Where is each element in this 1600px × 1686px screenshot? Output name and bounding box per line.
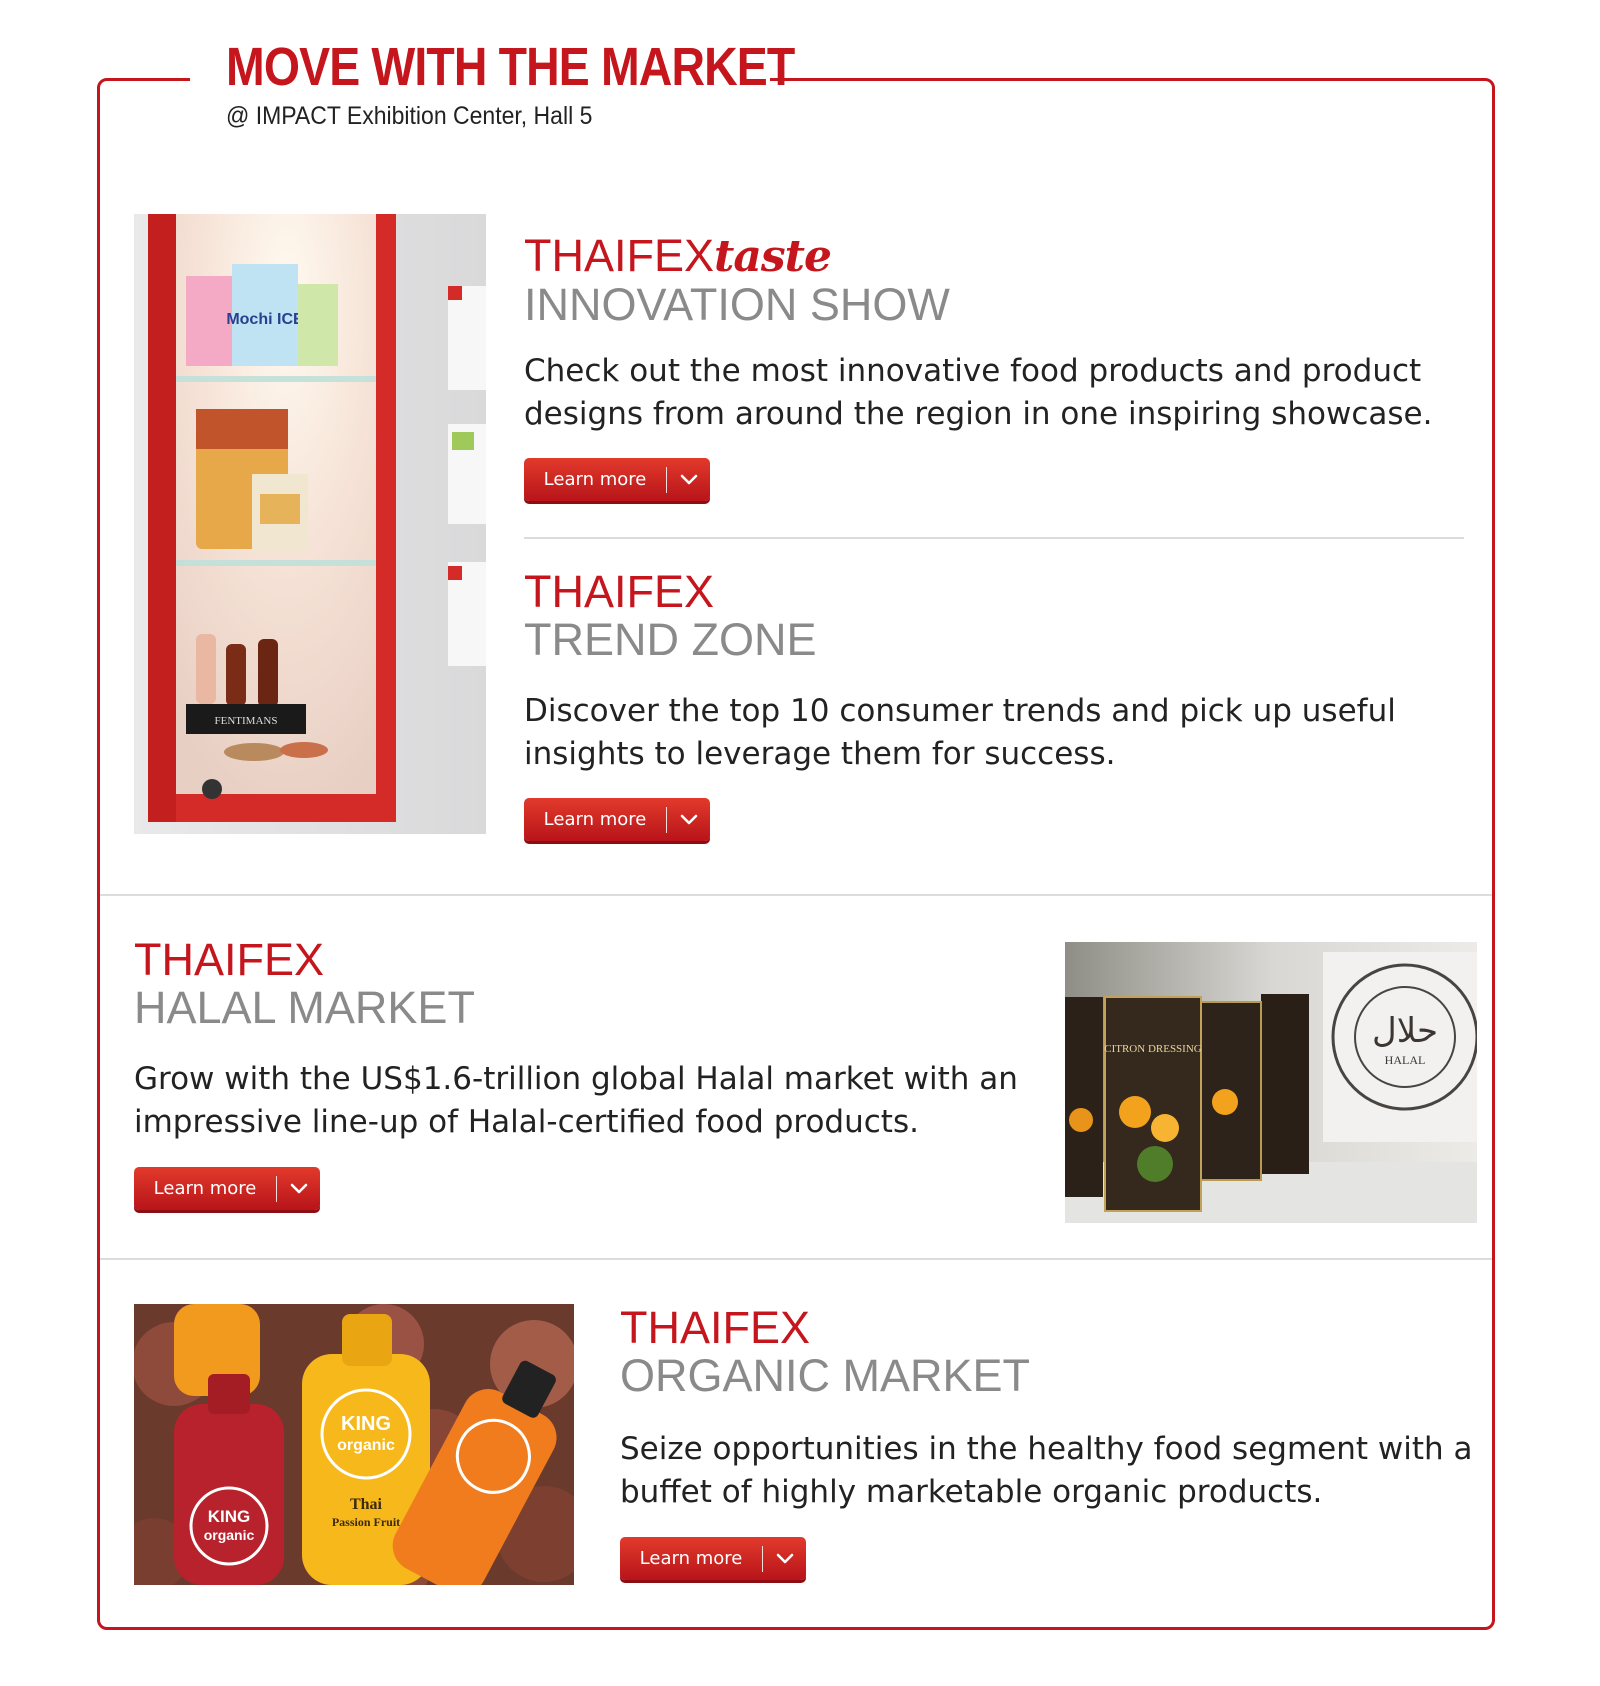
- learn-more-label: Learn more: [543, 469, 647, 490]
- brand-label: THAIFEX: [134, 934, 325, 985]
- halal-products-photo: حلال HALAL CITRON DRESSING: [1065, 942, 1477, 1223]
- page-title: MOVE WITH THE MARKET: [226, 37, 795, 97]
- trend-zone-description: Discover the top 10 consumer trends and …: [524, 693, 1396, 772]
- zone-label: ORGANIC MARKET: [620, 1350, 1031, 1401]
- halal-seal-text: HALAL: [1385, 1053, 1426, 1067]
- brand-suffix: taste: [714, 231, 832, 282]
- trend-zone-learn-more-button[interactable]: Learn more: [524, 798, 710, 841]
- display-case-photo: Mochi ICE FENTIMANS: [134, 214, 486, 834]
- zone-label: INNOVATION SHOW: [524, 279, 950, 330]
- section-divider: [100, 894, 1492, 896]
- brand-label: THAIFEXtaste: [524, 232, 950, 281]
- innovation-show-learn-more-button[interactable]: Learn more: [524, 458, 710, 501]
- learn-more-label: Learn more: [153, 1178, 257, 1199]
- halal-seal-arabic: حلال: [1372, 1011, 1438, 1051]
- citron-label: CITRON DRESSING: [1104, 1043, 1202, 1055]
- button-separator: [762, 1545, 763, 1572]
- brand-label: THAIFEX: [524, 566, 715, 617]
- trend-zone-title: THAIFEX TREND ZONE: [524, 568, 817, 664]
- organic-word-red: organic: [204, 1527, 255, 1543]
- flavor-line1: Thai: [350, 1496, 383, 1513]
- learn-more-label: Learn more: [543, 809, 647, 830]
- organic-word-yellow: organic: [337, 1437, 395, 1454]
- organic-brand-yellow: KING: [341, 1413, 391, 1435]
- zone-label: TREND ZONE: [524, 614, 817, 665]
- halal-market-description: Grow with the US$1.6-trillion global Hal…: [134, 1061, 1018, 1140]
- organic-market-learn-more-button[interactable]: Learn more: [620, 1537, 806, 1580]
- innovation-show-description: Check out the most innovative food produ…: [524, 353, 1433, 432]
- brand-name: THAIFEX: [524, 230, 715, 281]
- organic-brand-red: KING: [208, 1507, 251, 1526]
- halal-market-title: THAIFEX HALAL MARKET: [134, 936, 475, 1032]
- organic-market-description: Seize opportunities in the healthy food …: [620, 1431, 1473, 1510]
- chevron-down-icon: [763, 1553, 806, 1565]
- section-divider: [100, 1258, 1492, 1260]
- button-separator: [276, 1175, 277, 1202]
- section-divider: [524, 537, 1464, 539]
- halal-market-learn-more-button[interactable]: Learn more: [134, 1167, 320, 1210]
- chevron-down-icon: [277, 1183, 320, 1195]
- zone-label: HALAL MARKET: [134, 982, 475, 1033]
- chevron-down-icon: [667, 814, 710, 826]
- venue-subtitle: @ IMPACT Exhibition Center, Hall 5: [226, 102, 593, 130]
- button-separator: [666, 466, 667, 493]
- button-separator: [666, 806, 667, 833]
- organic-market-title: THAIFEX ORGANIC MARKET: [620, 1304, 1030, 1400]
- innovation-show-title: THAIFEXtaste INNOVATION SHOW: [524, 232, 950, 329]
- learn-more-label: Learn more: [639, 1548, 743, 1569]
- flavor-line2: Passion Fruit: [332, 1515, 400, 1529]
- brand-label: THAIFEX: [620, 1302, 811, 1353]
- chevron-down-icon: [667, 474, 710, 486]
- organic-juice-photo: KING organic KING organic Thai Passion F…: [134, 1304, 574, 1585]
- mochi-label: Mochi ICE: [226, 311, 304, 328]
- fentimans-label: FENTIMANS: [215, 715, 278, 727]
